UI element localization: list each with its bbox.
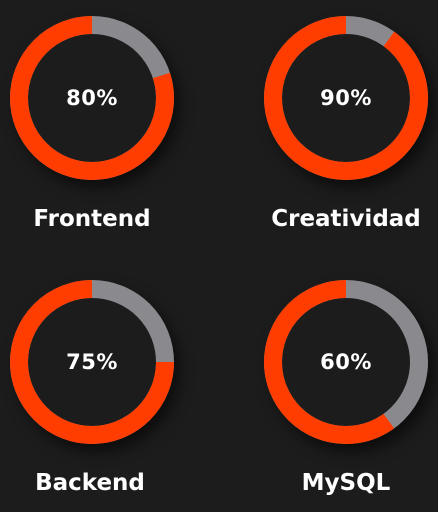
- skill-card-creatividad: 90% Creatividad: [254, 0, 438, 256]
- percent-value: 60%: [320, 350, 372, 374]
- skill-label: Frontend: [33, 206, 151, 232]
- skill-label: MySQL: [301, 470, 391, 496]
- skills-grid: 80% Frontend 90% Creatividad 75% Backend: [0, 0, 438, 512]
- skill-label: Backend: [35, 470, 145, 496]
- skill-label: Creatividad: [271, 206, 421, 232]
- percent-value: 90%: [320, 86, 372, 110]
- skill-card-frontend: 80% Frontend: [0, 0, 200, 256]
- percent-value: 75%: [66, 350, 118, 374]
- skill-card-mysql: 60% MySQL: [254, 256, 438, 512]
- percent-value: 80%: [66, 86, 118, 110]
- skill-card-backend: 75% Backend: [0, 256, 200, 512]
